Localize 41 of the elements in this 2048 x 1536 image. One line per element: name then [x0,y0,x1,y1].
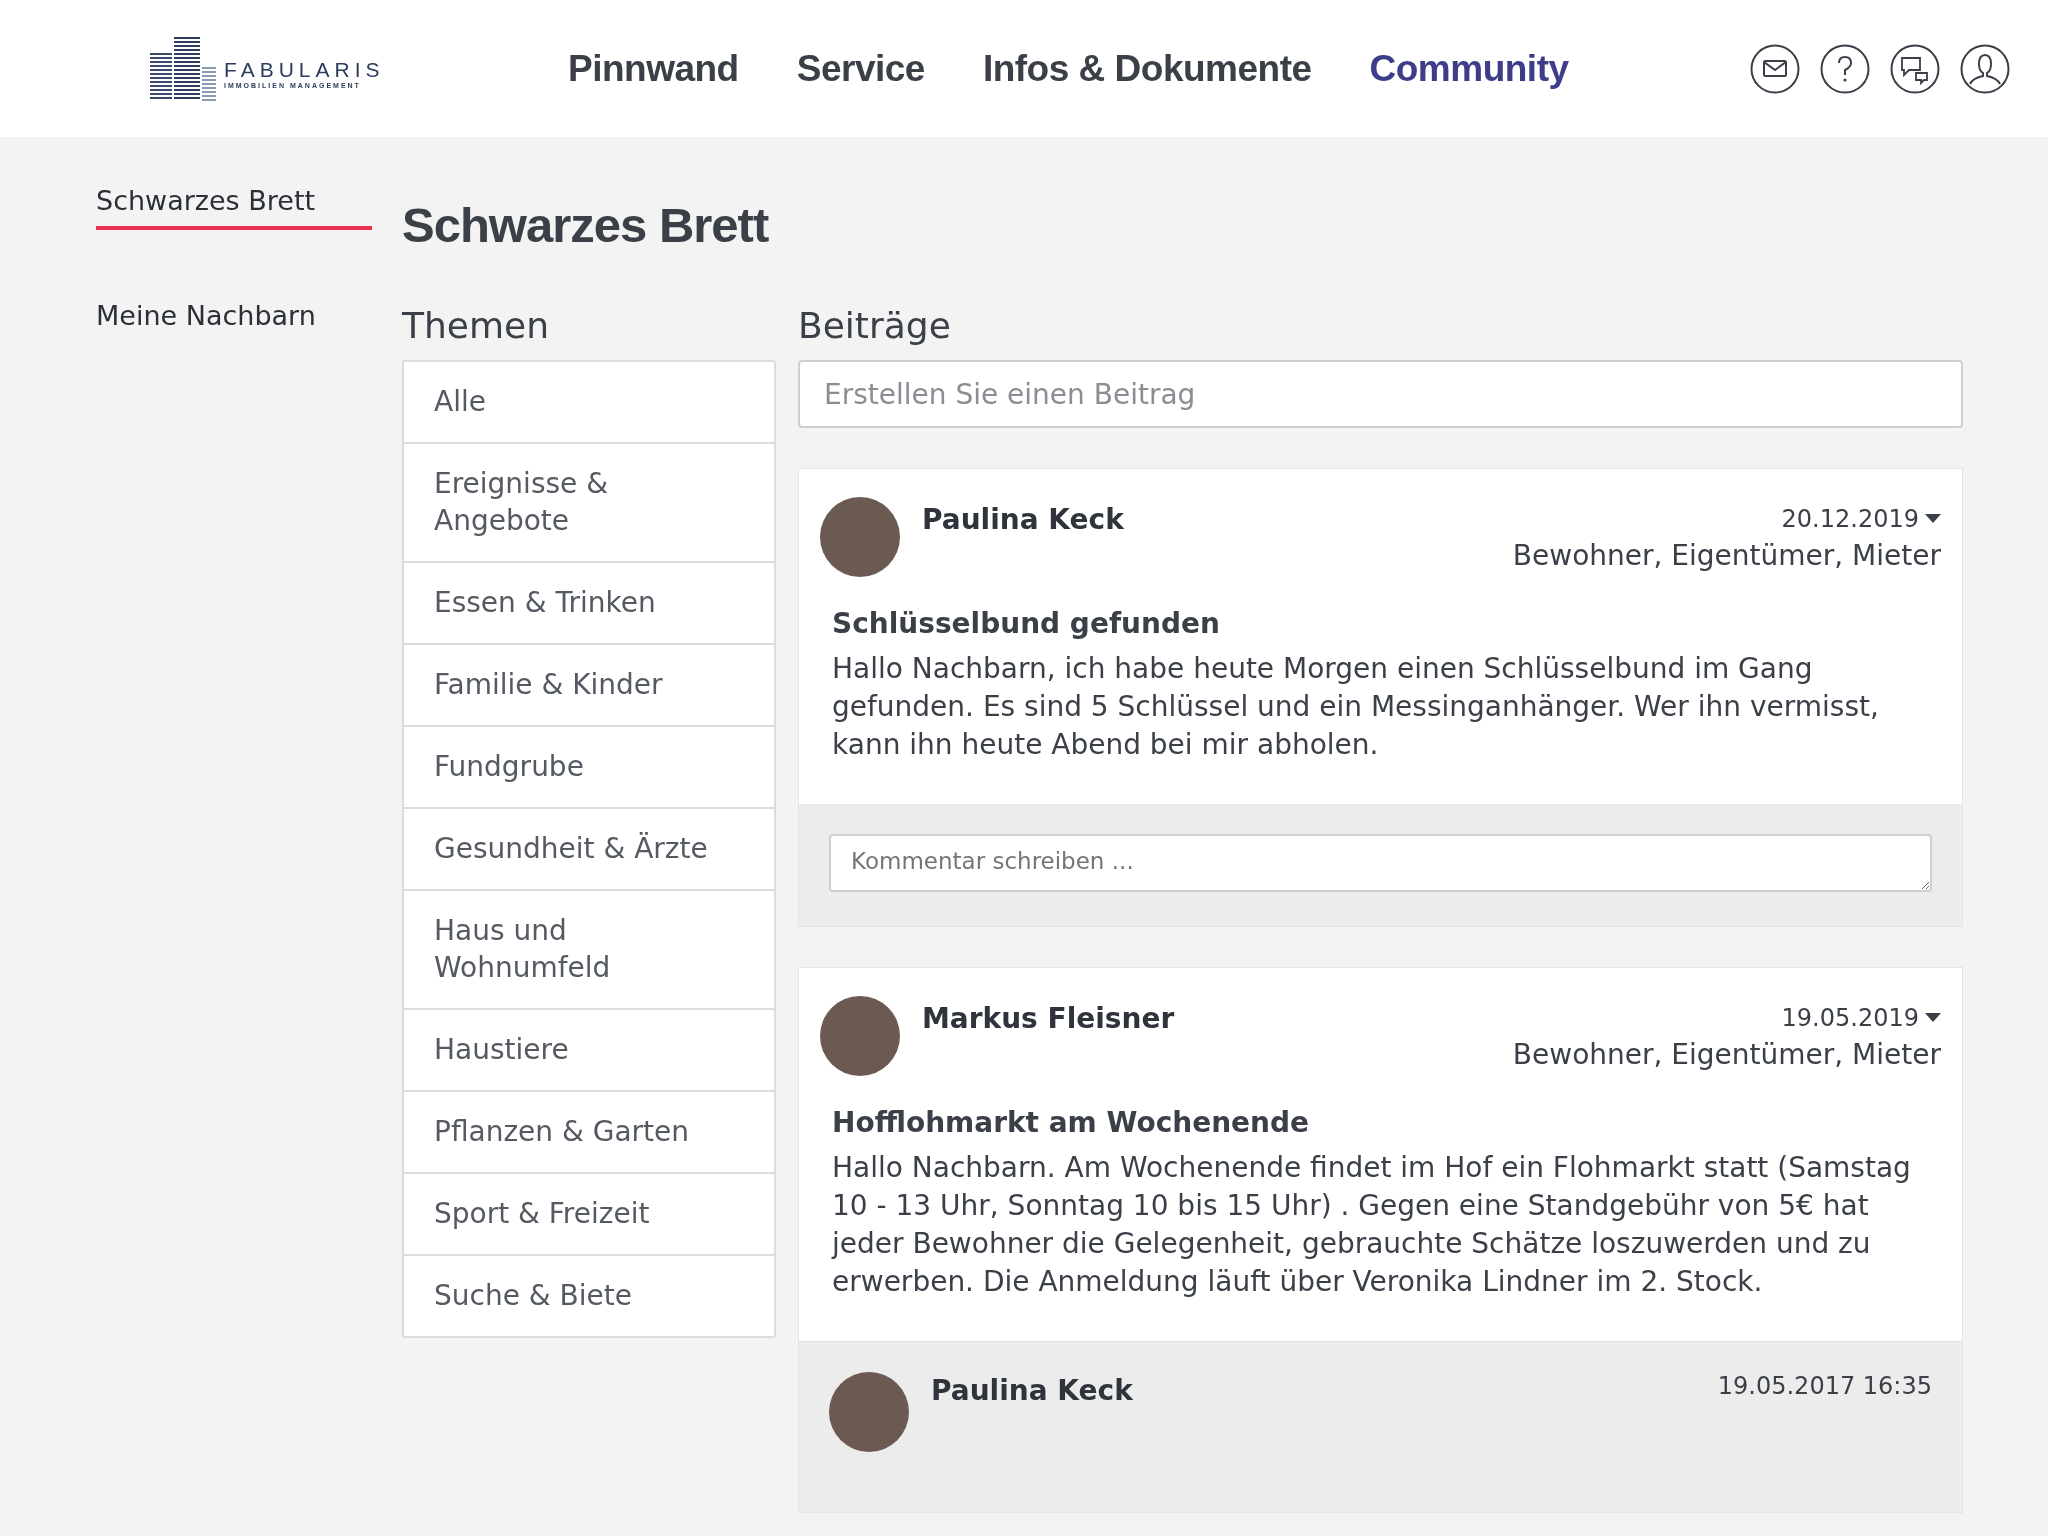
section-heading: Themen [402,305,550,346]
topic-item[interactable]: Gesundheit & Ärzte [404,809,774,891]
sidebar-item[interactable]: Schwarzes Brett [96,185,372,230]
topic-item[interactable]: Alle [404,362,774,444]
audience-text: Bewohner, Eigentümer, Mieter [1512,1038,1941,1071]
caret-icon[interactable] [1925,1013,1941,1023]
chat-bubbles-icon[interactable] [1888,42,1941,95]
post-date: 19.05.2019 [1781,1004,1919,1032]
section-heading: Beiträge [798,305,952,346]
help-icon[interactable] [1818,42,1871,95]
comment-author[interactable]: Paulina Keck [931,1374,1133,1407]
topic-item[interactable]: Haus und Wohnumfeld [404,891,774,1010]
topic-item[interactable]: Ereignisse & Angebote [404,444,774,563]
author-name[interactable]: Markus Fleisner [922,1002,1175,1035]
profile-icon[interactable] [1958,42,2011,95]
nav-link[interactable]: Service [796,47,925,90]
topic-item[interactable]: Suche & Biete [404,1256,774,1336]
comment-field[interactable]: Kommentar schreiben ... [829,834,1932,892]
nav-link[interactable]: Infos & Dokumente [982,47,1312,90]
post-text: Hallo Nachbarn. Am Wochenende findet im Hof ein Flohmarkt statt (Samstag 10 - 13 Uhr, Sonntag 10 bis 15 Uhr) . Gegen eine Standgebühr von 5€ hat jeder Bewohner die Gelegenheit, gebrauchte Schätze loszuwerden und zu erwerben. Die Anmeldung läuft über Veronika Lindner im 2. Stock. [832,1150,1912,1300]
new-post-field[interactable]: Erstellen Sie einen Beitrag [798,360,1963,428]
topic-item[interactable]: Essen & Trinken [404,563,774,645]
topic-item[interactable]: Haustiere [404,1010,774,1092]
topic-item[interactable]: Sport & Freizeit [404,1174,774,1256]
topic-item[interactable]: Fundgrube [404,727,774,809]
caret-icon[interactable] [1925,514,1941,524]
comment-time: 19.05.2017 16:35 [1717,1372,1932,1400]
nav-link[interactable]: Pinnwand [568,47,739,90]
post-title: Hofflohmarkt am Wochenende [832,1106,1311,1139]
audience-text: Bewohner, Eigentümer, Mieter [1512,539,1941,572]
post-date: 20.12.2019 [1781,505,1919,533]
post-text: Hallo Nachbarn, ich habe heute Morgen einen Schlüsselbund im Gang gefunden. Es sind 5 Schlüssel und ein Messinganhänger. Wer ihn vermisst, kann ihn heute Abend bei mir abholen. [832,651,1880,763]
post-title: Schlüsselbund gefunden [832,607,1221,640]
topic-item[interactable]: Pflanzen & Garten [404,1092,774,1174]
sidebar-item[interactable]: Meine Nachbarn [96,300,372,345]
page-title: Schwarzes Brett [402,197,770,253]
mail-icon[interactable] [1748,42,1801,95]
author-name[interactable]: Paulina Keck [922,503,1124,536]
logo-wordmark: FABULARIS [224,58,385,82]
nav-link[interactable]: Community [1369,47,1569,90]
topic-item[interactable]: Familie & Kinder [404,645,774,727]
